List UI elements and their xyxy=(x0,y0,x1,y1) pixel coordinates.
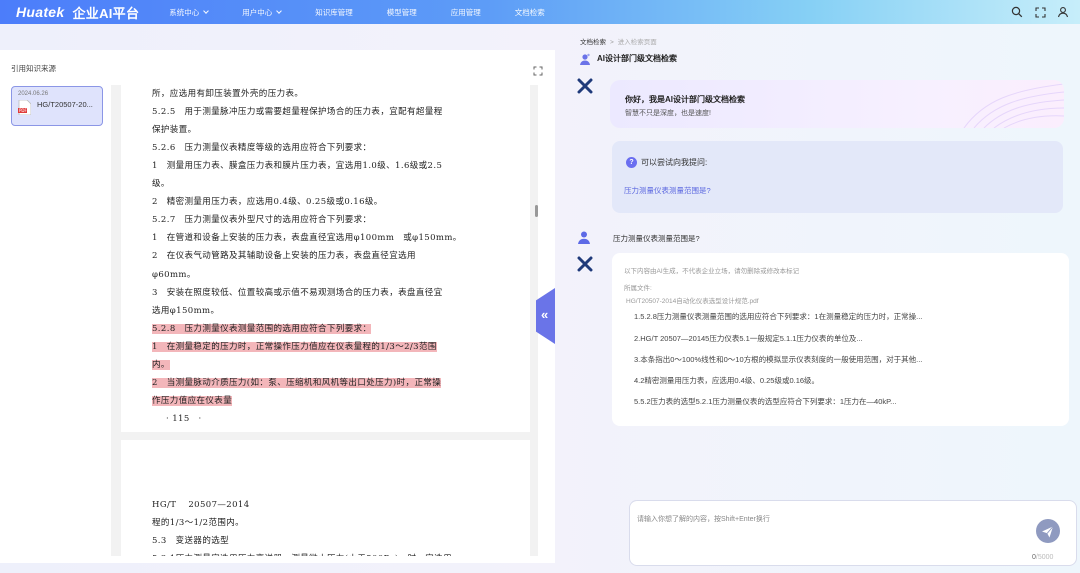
breadcrumb-item[interactable]: 文档检索 xyxy=(580,39,606,46)
viewer-scrollbar[interactable] xyxy=(535,205,538,217)
answer-item[interactable]: 1.5.2.8压力测量仪表测量范围的选用应符合下列要求：1在测量稳定的压力时，正… xyxy=(634,311,922,322)
answer-item[interactable]: 5.5.2压力表的选型5.2.1压力测量仪表的选型应符合下列要求：1压力在—40… xyxy=(634,396,896,407)
suggestion-label: ? 可以尝试向我提问: xyxy=(626,157,707,168)
nav-item-model-management[interactable]: 模型管理 xyxy=(387,7,417,18)
question-icon: ? xyxy=(626,157,637,168)
highlighted-text-line: 1 在测量稳定的压力时，正常操作压力值应在仪表量程的1/3～2/3范围 xyxy=(152,340,437,352)
nav-item-app-management[interactable]: 应用管理 xyxy=(451,7,481,18)
document-name: HG/T20507-20... xyxy=(37,100,93,109)
brand-name: Huatek xyxy=(16,4,65,20)
nav-item-document-search[interactable]: 文档检索 xyxy=(515,7,545,18)
answer-item[interactable]: 4.2精密测量用压力表，应选用0.4级、0.25级或0.16级。 xyxy=(634,375,819,386)
search-icon[interactable] xyxy=(1010,5,1024,19)
fullscreen-icon[interactable] xyxy=(1033,5,1047,19)
highlighted-text-line: 内。 xyxy=(152,358,170,370)
greeting-subtitle: 智慧不只是深度，也是速度! xyxy=(625,110,711,117)
highlight-span: 作压力值应在仪表量 xyxy=(152,395,233,406)
highlight-span: 5.2.8 压力测量仪表测量范围的选用应符合下列要求： xyxy=(152,323,372,334)
nav-item-system-center[interactable]: 系统中心 xyxy=(169,7,210,18)
highlight-span: 内。 xyxy=(152,359,170,370)
page-title: AI设计部门级文档检索 xyxy=(597,54,677,63)
document-text-line: 1 测量用压力表、膜盒压力表和膜片压力表，宜选用1.0级、1.6级或2.5 xyxy=(152,161,443,172)
suggestion-card: ? 可以尝试向我提问: 压力测量仪表测量范围是? xyxy=(612,141,1063,213)
avatar-icon[interactable] xyxy=(1056,5,1070,19)
document-page: HG/T 20507—2014 程的1/3～1/2范围内。 5.3 变送器的选型 5.… xyxy=(121,440,530,556)
answer-item[interactable]: 3.本条指出0～100%线性和0～10方根的模拟显示仪表刻度的一般使用范围，对于… xyxy=(634,354,922,365)
highlighted-text-line: 作压力值应在仪表量 xyxy=(152,394,233,406)
user-avatar-icon xyxy=(577,230,591,244)
top-nav-bar: Huatek 企业AI平台 系统中心 用户中心 知识库管理 模型管理 应用管理 … xyxy=(0,0,1080,24)
document-text-line: 5.3 变送器的选型 xyxy=(152,536,230,546)
document-date: 2024.06.26 xyxy=(18,91,49,97)
double-chevron-left-icon: « xyxy=(541,307,549,322)
nav-item-user-center[interactable]: 用户中心 xyxy=(242,7,283,18)
decorative-waves-icon xyxy=(963,83,1064,128)
source-file-label: 所属文件: xyxy=(624,285,652,292)
suggested-question-link[interactable]: 压力测量仪表测量范围是? xyxy=(624,185,711,196)
highlighted-text-line: 5.2.8 压力测量仪表测量范围的选用应符合下列要求： xyxy=(152,322,372,334)
pdf-file-icon: PDF xyxy=(18,99,32,116)
document-page: 所，应选用有卸压装置外壳的压力表。 5.2.5 用于测量脉冲压力或需要超量程保护场… xyxy=(121,85,530,432)
document-text-line: 程的1/3～1/2范围内。 xyxy=(152,518,245,528)
document-text-line: 5.2.5 用于测量脉冲压力或需要超量程保护场合的压力表，宜配有超量程 xyxy=(152,107,443,118)
user-question: 压力测量仪表测量范围是? xyxy=(613,234,700,243)
breadcrumb-separator: > xyxy=(610,39,614,46)
document-text-line: 2 在仪表气动管路及其辅助设备上安装的压力表，表盘直径宜选用 xyxy=(152,251,416,262)
ai-disclaimer: 以下内容由AI生成，不代表企业立场，请勿删除或修改本标记 xyxy=(624,268,800,275)
document-text-line: 所，应选用有卸压装置外壳的压力表。 xyxy=(152,89,304,99)
breadcrumb-current: 进入检索页面 xyxy=(617,39,657,46)
brand-subtitle: 企业AI平台 xyxy=(72,5,140,21)
main-nav: 系统中心 用户中心 知识库管理 模型管理 应用管理 文档检索 xyxy=(169,7,579,18)
char-counter: 0/5000 xyxy=(1032,554,1054,561)
highlight-span: 2 当测量脉动介质压力(如：泵、压缩机和风机等出口处压力)时，正常操 xyxy=(152,377,442,388)
document-text-line: 5.2.7 压力测量仪表外型尺寸的选用应符合下列要求： xyxy=(152,215,372,226)
top-tools xyxy=(1010,5,1070,19)
document-viewer[interactable]: 所，应选用有卸压装置外壳的压力表。 5.2.5 用于测量脉冲压力或需要超量程保护场… xyxy=(111,85,538,556)
document-text-line: · 115 · xyxy=(166,413,202,424)
send-button[interactable] xyxy=(1036,519,1060,543)
document-text-line: HG/T 20507—2014 xyxy=(152,500,250,510)
svg-text:PDF: PDF xyxy=(19,108,27,113)
expand-icon[interactable] xyxy=(533,63,543,76)
document-text-line: 3 安装在照度较低、位置较高或示值不易观测场合的压力表，表盘直径宜 xyxy=(152,287,443,298)
assistant-avatar-icon xyxy=(579,52,591,65)
source-panel: 引用知识来源 2024.06.26 PDF HG/T20507-20... 所，… xyxy=(0,50,555,563)
document-text-line: 5.3.1压力测量宜选用压力变送器，测量微小压力(小于500Pa) 时，宜选用 xyxy=(152,552,452,556)
document-text-line: 保护装置。 xyxy=(152,125,197,136)
send-icon xyxy=(1042,526,1054,538)
source-panel-title: 引用知识来源 xyxy=(11,64,56,73)
ai-logo-icon xyxy=(577,256,593,272)
chat-input[interactable]: 请输入你想了解的内容，按Shift+Enter换行 0/5000 xyxy=(629,500,1077,566)
nav-item-knowledge-base[interactable]: 知识库管理 xyxy=(315,7,353,18)
document-text-line: 1 在管道和设备上安装的压力表，表盘直径宜选用φ100mm 或φ150mm。 xyxy=(152,233,462,244)
highlight-span: 1 在测量稳定的压力时，正常操作压力值应在仪表量程的1/3～2/3范围 xyxy=(152,341,437,352)
ai-logo-icon xyxy=(577,78,593,94)
document-text-line: 2 精密测量用压力表，应选用0.4级、0.25级或0.16级。 xyxy=(152,197,383,208)
source-document-card[interactable]: 2024.06.26 PDF HG/T20507-20... xyxy=(11,86,103,126)
document-text-line: φ60mm。 xyxy=(152,269,196,280)
greeting-card: 你好，我是AI设计部门级文档检索 智慧不只是深度，也是速度! xyxy=(610,80,1064,128)
breadcrumb: 文档检索 > 进入检索页面 xyxy=(580,36,657,46)
greeting-title: 你好，我是AI设计部门级文档检索 xyxy=(625,95,745,104)
chevron-down-icon xyxy=(203,7,210,14)
chat-input-placeholder: 请输入你想了解的内容，按Shift+Enter换行 xyxy=(637,516,770,523)
answer-item[interactable]: 2.HG/T 20507—20145压力仪表5.1一般规定5.1.1压力仪表的单… xyxy=(634,333,863,344)
chevron-down-icon xyxy=(276,7,283,14)
answer-card: 以下内容由AI生成，不代表企业立场，请勿删除或修改本标记 所属文件: HG/T2… xyxy=(612,253,1069,426)
document-text-line: 级。 xyxy=(152,179,170,190)
document-text-line: 选用φ150mm。 xyxy=(152,305,220,316)
document-text-line: 5.2.6 压力测量仪表精度等级的选用应符合下列要求： xyxy=(152,143,372,154)
brand-logo[interactable]: Huatek 企业AI平台 xyxy=(16,3,139,22)
source-file-name[interactable]: HG/T20507-2014自动化仪表选型设计规范.pdf xyxy=(626,295,759,305)
highlighted-text-line: 2 当测量脉动介质压力(如：泵、压缩机和风机等出口处压力)时，正常操 xyxy=(152,376,442,388)
